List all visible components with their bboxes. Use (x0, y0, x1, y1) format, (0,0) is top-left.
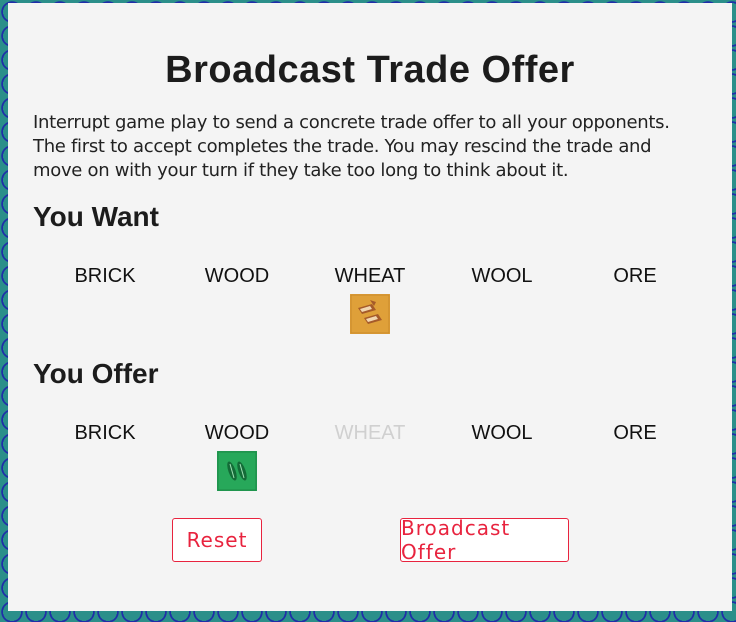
want-wheat-label[interactable]: WHEAT (320, 264, 420, 288)
reset-button[interactable]: Reset (172, 518, 262, 562)
offer-wood[interactable]: WOOD (187, 421, 287, 491)
trade-offer-dialog: Broadcast Trade Offer Interrupt game pla… (8, 3, 732, 611)
offer-brick-label[interactable]: BRICK (55, 421, 155, 445)
want-wool[interactable]: WOOL (452, 264, 552, 288)
dialog-title: Broadcast Trade Offer (165, 49, 575, 91)
wheat-card-icon[interactable] (350, 294, 390, 334)
want-wood-label[interactable]: WOOD (187, 264, 287, 288)
offer-wood-label[interactable]: WOOD (187, 421, 287, 445)
offer-wheat-label: WHEAT (334, 422, 406, 444)
offer-wool[interactable]: WOOL (452, 421, 552, 445)
want-ore[interactable]: ORE (585, 264, 685, 288)
want-brick-label[interactable]: BRICK (55, 264, 155, 288)
offer-brick[interactable]: BRICK (55, 421, 155, 445)
want-wheat[interactable]: WHEAT (320, 264, 420, 334)
you-want-heading: You Want (33, 201, 159, 232)
you-offer-heading: You Offer (33, 358, 159, 389)
offer-resource-row: BRICK WOOD WHEAT WOOL ORE (33, 421, 703, 501)
offer-ore-label[interactable]: ORE (585, 421, 685, 445)
wood-card-icon[interactable] (217, 451, 257, 491)
want-resource-row: BRICK WOOD WHEAT WOOL ORE (33, 264, 703, 344)
want-wood[interactable]: WOOD (187, 264, 287, 288)
offer-wool-label[interactable]: WOOL (452, 421, 552, 445)
want-wool-label[interactable]: WOOL (452, 264, 552, 288)
want-ore-label[interactable]: ORE (585, 264, 685, 288)
broadcast-offer-button[interactable]: Broadcast Offer (400, 516, 569, 564)
offer-ore[interactable]: ORE (585, 421, 685, 445)
dialog-description: Interrupt game play to send a concrete t… (33, 112, 670, 181)
want-brick[interactable]: BRICK (55, 264, 155, 288)
offer-wheat: WHEAT (320, 421, 420, 445)
